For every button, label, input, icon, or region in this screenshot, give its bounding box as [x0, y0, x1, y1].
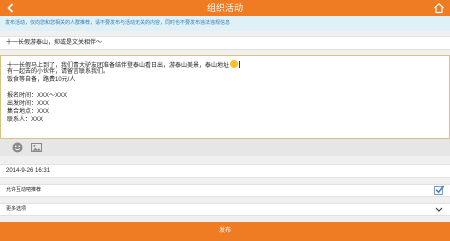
- page-title: 组织活动: [206, 3, 243, 13]
- publish-button[interactable]: 发布: [0, 222, 450, 241]
- chevron-down-icon: [435, 207, 443, 212]
- description-blank-line: [7, 84, 443, 92]
- description-line: 十一长假马上到了，我们青大驴友团准备结伴登泰山看日出，游泰山美景，泰山地址: [7, 60, 443, 69]
- description-line: 联系人：XXX: [7, 117, 44, 123]
- description-line: 有一起去的小伙伴，请留言联系我们。: [7, 69, 110, 75]
- description-line: 报名时间：XXX～XXX: [7, 93, 68, 99]
- more-options-label: 更多选项: [6, 206, 27, 212]
- image-icon[interactable]: [31, 142, 42, 153]
- allow-recommend-label: 允许互动吧推荐: [6, 187, 42, 193]
- text-cursor: [239, 61, 241, 68]
- description-line: 饭食等自备，路费10元/人: [7, 77, 76, 83]
- smiley-emoji-icon: [230, 60, 239, 68]
- allow-recommend-row[interactable]: 允许互动吧推荐: [0, 184, 450, 197]
- emoji-icon[interactable]: [12, 142, 23, 153]
- editor-toolbar: [0, 139, 450, 156]
- description-line: 出发时间：XXX: [7, 101, 50, 107]
- allow-recommend-checkbox[interactable]: [434, 185, 444, 195]
- activity-datetime-field[interactable]: 2014-9-26 16:31: [0, 164, 450, 178]
- checkmark-icon: [435, 185, 444, 194]
- more-options-row[interactable]: 更多选项: [0, 203, 450, 216]
- notice-banner: 发布活动，仅向您和您相关的人群推荐，请不要发布与活动无关的内容，同时也不要发布违…: [0, 16, 450, 31]
- activity-description-textarea[interactable]: 十一长假马上到了，我们青大驴友团准备结伴登泰山看日出，游泰山美景，泰山地址 有一…: [0, 55, 450, 139]
- activity-title-input[interactable]: 十一长假游泰山，抑或是文关相伴～: [0, 36, 450, 50]
- header-bar: 组织活动: [0, 0, 450, 16]
- description-line: 集合地点：XXX: [7, 109, 50, 115]
- home-icon[interactable]: [433, 2, 445, 14]
